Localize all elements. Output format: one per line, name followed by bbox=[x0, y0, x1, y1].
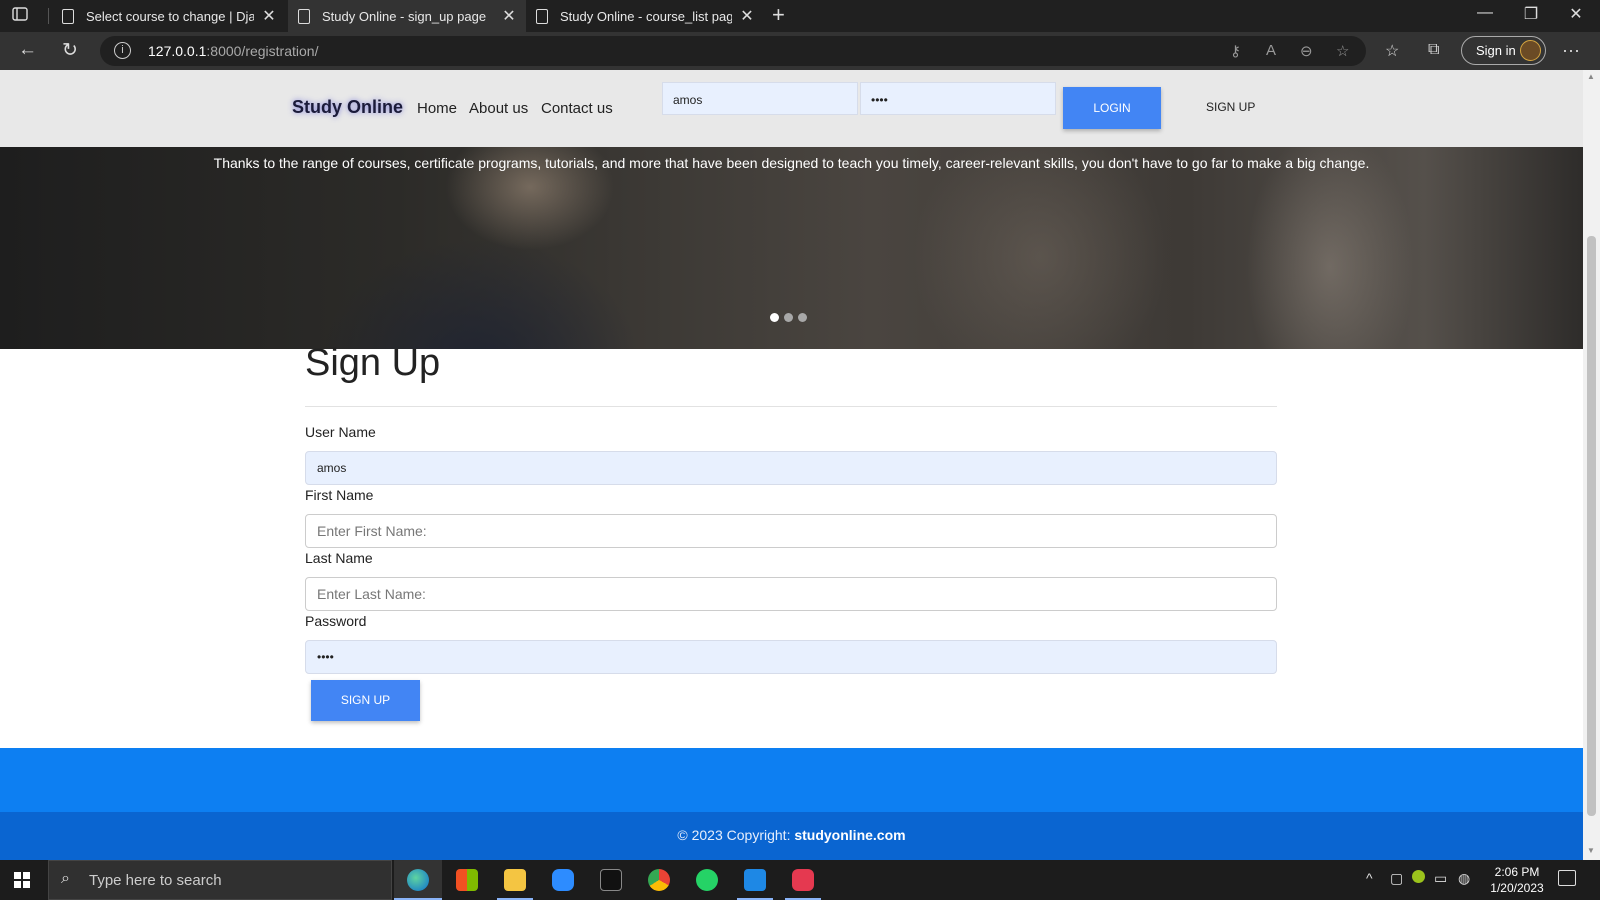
browser-tab-bar: Select course to change | Django ✕ Study… bbox=[0, 0, 1600, 32]
key-icon[interactable]: ⚷ bbox=[1230, 42, 1241, 60]
page-icon bbox=[536, 8, 548, 24]
search-placeholder: Type here to search bbox=[89, 872, 222, 889]
close-icon[interactable]: ✕ bbox=[740, 6, 754, 26]
page-icon bbox=[298, 8, 310, 24]
hero-carousel: Thanks to the range of courses, certific… bbox=[0, 147, 1583, 349]
terminal-app-icon[interactable] bbox=[587, 860, 635, 900]
page-viewport: Study Online Home About us Contact us am… bbox=[0, 70, 1583, 860]
close-icon[interactable]: ✕ bbox=[262, 6, 276, 26]
carousel-dot[interactable] bbox=[798, 313, 807, 322]
whatsapp-app-icon[interactable] bbox=[683, 860, 731, 900]
search-icon: ⌕ bbox=[61, 870, 70, 887]
recorder-app-icon[interactable] bbox=[779, 860, 827, 900]
tab-django-admin[interactable]: Select course to change | Django ✕ bbox=[52, 0, 286, 32]
signup-nav-link[interactable]: SIGN UP bbox=[1206, 100, 1255, 114]
battery-icon[interactable]: ▭ bbox=[1434, 870, 1447, 887]
carousel-dot[interactable] bbox=[784, 313, 793, 322]
profile-sign-in-button[interactable]: Sign in bbox=[1461, 36, 1546, 65]
footer-band bbox=[0, 748, 1583, 812]
chrome-app-icon[interactable] bbox=[635, 860, 683, 900]
first-name-label: First Name bbox=[305, 487, 374, 503]
page-scrollbar[interactable]: ▲ ▼ bbox=[1583, 70, 1600, 860]
avatar bbox=[1520, 40, 1541, 61]
site-navbar: Study Online Home About us Contact us am… bbox=[0, 70, 1583, 147]
network-globe-icon[interactable]: ◍ bbox=[1458, 870, 1470, 887]
clock-time: 2:06 PM bbox=[1494, 865, 1540, 879]
store-app-icon[interactable] bbox=[443, 860, 491, 900]
nav-link-contact[interactable]: Contact us bbox=[541, 100, 613, 117]
footer-site-link[interactable]: studyonline.com bbox=[794, 827, 905, 843]
notifications-icon[interactable] bbox=[1558, 870, 1576, 886]
window-close-icon[interactable]: ✕ bbox=[1556, 4, 1596, 24]
zoom-app-icon[interactable] bbox=[539, 860, 587, 900]
first-name-field[interactable]: Enter First Name: bbox=[305, 514, 1277, 548]
tab-title: Select course to change | Django bbox=[86, 8, 254, 24]
restore-icon[interactable]: ❐ bbox=[1511, 4, 1551, 24]
hero-caption: Thanks to the range of courses, certific… bbox=[213, 155, 1370, 171]
windows-taskbar: ⌕ Type here to search ^ ▢ ▭ ◍ 2:06 PM 1/… bbox=[0, 860, 1600, 900]
tab-course-list-page[interactable]: Study Online - course_list page ✕ bbox=[526, 0, 764, 32]
carousel-dot[interactable] bbox=[770, 313, 779, 322]
tab-title: Study Online - sign_up page bbox=[322, 8, 487, 24]
title-divider bbox=[305, 406, 1277, 407]
taskbar-clock[interactable]: 2:06 PM 1/20/2023 bbox=[1486, 864, 1548, 896]
site-info-icon[interactable]: i bbox=[114, 42, 131, 59]
last-name-label: Last Name bbox=[305, 550, 373, 566]
windows-start-icon[interactable] bbox=[14, 872, 30, 888]
sign-in-label: Sign in bbox=[1476, 43, 1516, 58]
tab-title: Study Online - course_list page bbox=[560, 8, 732, 24]
vscode-app-icon[interactable] bbox=[731, 860, 779, 900]
status-icon[interactable] bbox=[1412, 870, 1425, 886]
read-aloud-icon[interactable]: A bbox=[1266, 42, 1276, 59]
tab-separator bbox=[48, 8, 49, 24]
username-label: User Name bbox=[305, 424, 376, 440]
add-favorite-icon[interactable]: ☆ bbox=[1336, 42, 1349, 60]
page-icon bbox=[62, 8, 74, 24]
page-title: Sign Up bbox=[305, 342, 441, 384]
password-field[interactable]: •••• bbox=[305, 640, 1277, 674]
clock-date: 1/20/2023 bbox=[1490, 881, 1544, 895]
refresh-icon[interactable]: ↻ bbox=[62, 39, 78, 62]
tab-sign-up-page[interactable]: Study Online - sign_up page ✕ bbox=[288, 0, 526, 32]
file-explorer-icon[interactable] bbox=[491, 860, 539, 900]
zoom-out-icon[interactable]: ⊖ bbox=[1300, 42, 1313, 60]
url-text: 127.0.0.1:8000/registration/ bbox=[148, 43, 318, 59]
scroll-down-icon[interactable]: ▼ bbox=[1587, 846, 1595, 855]
password-label: Password bbox=[305, 613, 367, 629]
more-options-icon[interactable]: ··· bbox=[1562, 40, 1580, 61]
scroll-up-icon[interactable]: ▲ bbox=[1587, 72, 1595, 81]
last-name-field[interactable]: Enter Last Name: bbox=[305, 577, 1277, 611]
close-icon[interactable]: ✕ bbox=[502, 6, 516, 26]
login-username-input[interactable]: amos bbox=[662, 82, 858, 115]
show-hidden-icons-chevron-icon[interactable]: ^ bbox=[1366, 870, 1373, 886]
url-field[interactable]: i 127.0.0.1:8000/registration/ ⚷ A ⊖ ☆ bbox=[100, 36, 1366, 66]
device-icon[interactable]: ▢ bbox=[1390, 870, 1403, 887]
back-arrow-icon[interactable]: ← bbox=[18, 39, 37, 61]
login-password-input[interactable]: •••• bbox=[860, 82, 1056, 115]
login-button[interactable]: LOGIN bbox=[1063, 87, 1161, 129]
nav-link-about[interactable]: About us bbox=[469, 100, 528, 117]
username-field[interactable]: amos bbox=[305, 451, 1277, 485]
minimize-icon[interactable]: — bbox=[1465, 4, 1505, 22]
nav-link-home[interactable]: Home bbox=[417, 100, 457, 117]
favorites-icon[interactable]: ☆ bbox=[1385, 41, 1399, 61]
scroll-thumb[interactable] bbox=[1587, 236, 1596, 816]
collections-icon[interactable]: ⧉ bbox=[1428, 41, 1439, 59]
new-tab-plus-icon[interactable]: + bbox=[772, 2, 785, 28]
footer-copyright: © 2023 Copyright: studyonline.com bbox=[0, 812, 1583, 860]
site-brand[interactable]: Study Online bbox=[292, 97, 403, 118]
tab-actions-icon[interactable] bbox=[12, 6, 34, 26]
carousel-indicators bbox=[770, 313, 807, 322]
sign-up-button[interactable]: SIGN UP bbox=[311, 680, 420, 721]
browser-address-bar: ← ↻ i 127.0.0.1:8000/registration/ ⚷ A ⊖… bbox=[0, 32, 1600, 70]
url-host: 127.0.0.1 bbox=[148, 43, 207, 59]
url-path: :8000/registration/ bbox=[206, 43, 319, 59]
edge-app-icon[interactable] bbox=[394, 860, 442, 900]
copyright-text: © 2023 Copyright: bbox=[677, 827, 791, 843]
taskbar-search-box[interactable]: ⌕ Type here to search bbox=[48, 860, 392, 900]
